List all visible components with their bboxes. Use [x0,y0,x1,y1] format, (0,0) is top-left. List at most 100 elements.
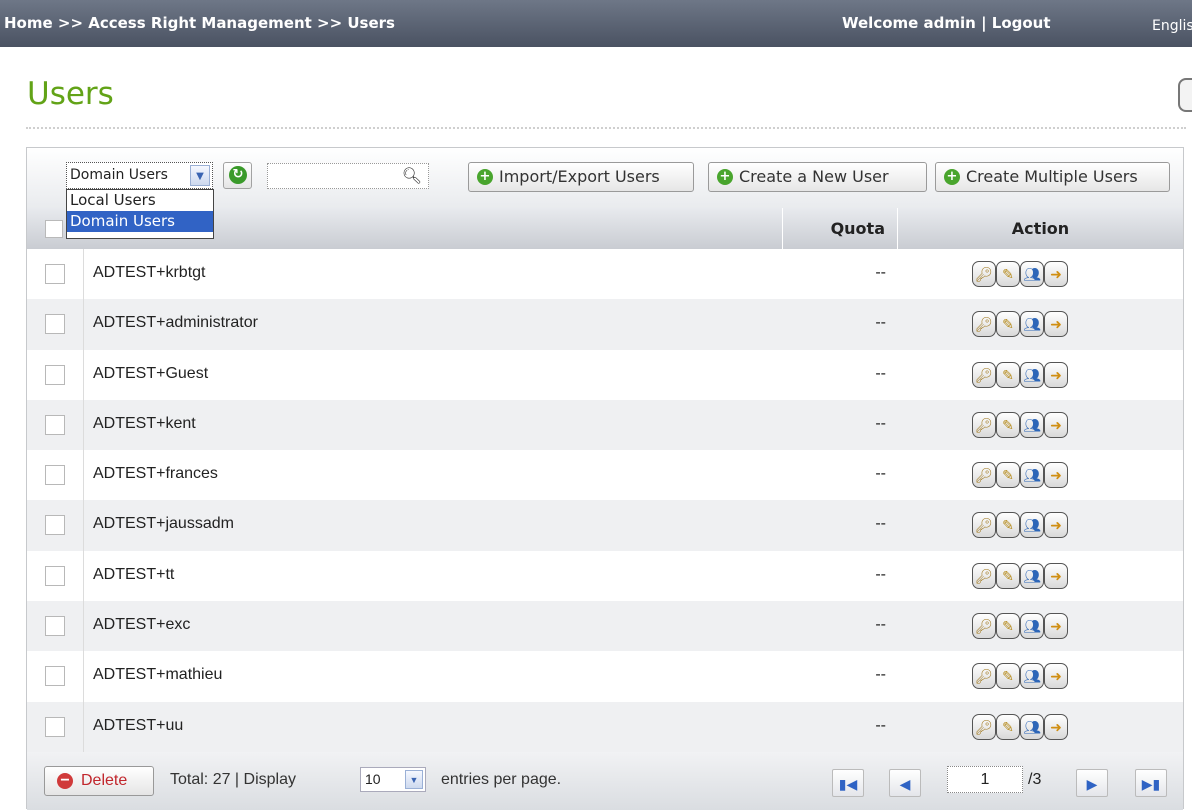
table-row[interactable]: ADTEST+kent -- 🔑︎ ✎ 👥︎ ➜ [27,399,1183,451]
user-group-icon[interactable]: 👥︎ [1020,512,1044,539]
previous-page-button[interactable]: ◀ [889,769,921,797]
row-checkbox[interactable] [45,414,65,435]
column-quota[interactable]: Quota [782,208,897,249]
edit-icon[interactable]: ✎ [996,361,1020,388]
password-key-icon[interactable]: 🔑︎ [972,462,996,489]
user-group-icon[interactable]: 👥︎ [1020,411,1044,438]
user-group-icon[interactable]: 👥︎ [1020,311,1044,338]
password-key-icon[interactable]: 🔑︎ [972,261,996,287]
user-group-icon[interactable]: 👥︎ [1020,462,1044,489]
user-name[interactable]: ADTEST+Guest [93,365,208,383]
shared-folder-icon[interactable]: ➜ [1044,663,1068,690]
edit-icon[interactable]: ✎ [996,562,1020,589]
table-row[interactable]: ADTEST+krbtgt -- 🔑︎ ✎ 👥︎ ➜ [27,249,1183,300]
shared-folder-icon[interactable]: ➜ [1044,311,1068,338]
next-page-button[interactable]: ▶ [1076,769,1108,797]
shared-folder-icon[interactable]: ➜ [1044,411,1068,438]
search-icon[interactable]: 🔍︎ [402,166,422,185]
user-name[interactable]: ADTEST+krbtgt [93,264,205,282]
user-group-icon[interactable]: 👥︎ [1020,261,1044,287]
row-checkbox[interactable] [45,565,65,586]
user-name[interactable]: ADTEST+tt [93,566,174,584]
table-row[interactable]: ADTEST+jaussadm -- 🔑︎ ✎ 👥︎ ➜ [27,500,1183,551]
breadcrumb[interactable]: Home >> Access Right Management >> Users [4,14,395,32]
password-key-icon[interactable]: 🔑︎ [972,411,996,438]
import-export-users-button[interactable]: + Import/Export Users [468,162,694,192]
user-name[interactable]: ADTEST+jaussadm [93,515,234,533]
edit-icon[interactable]: ✎ [996,311,1020,338]
user-quota: -- [875,716,886,734]
table-row[interactable]: ADTEST+uu -- 🔑︎ ✎ 👥︎ ➜ [27,701,1183,752]
user-type-select[interactable]: Domain Users ▼ [66,162,213,189]
shared-folder-icon[interactable]: ➜ [1044,361,1068,388]
edit-icon[interactable]: ✎ [996,462,1020,489]
refresh-icon: ↻ [229,166,247,184]
password-key-icon[interactable]: 🔑︎ [972,311,996,338]
user-quota: -- [875,616,886,634]
edit-icon[interactable]: ✎ [996,613,1020,640]
user-group-icon[interactable]: 👥︎ [1020,361,1044,388]
chevron-down-icon[interactable]: ▼ [405,770,423,789]
shared-folder-icon[interactable]: ➜ [1044,713,1068,740]
user-name[interactable]: ADTEST+mathieu [93,666,222,684]
shared-folder-icon[interactable]: ➜ [1044,512,1068,539]
row-checkbox[interactable] [45,716,65,737]
row-checkbox[interactable] [45,616,65,637]
row-checkbox[interactable] [45,666,65,687]
option-local-users[interactable]: Local Users [67,190,213,211]
user-name[interactable]: ADTEST+uu [93,717,183,735]
table-row[interactable]: ADTEST+mathieu -- 🔑︎ ✎ 👥︎ ➜ [27,651,1183,702]
row-checkbox[interactable] [45,314,65,335]
search-input[interactable]: 🔍︎ [267,163,429,189]
entries-per-page-value: 10 [365,771,381,787]
user-name[interactable]: ADTEST+exc [93,616,190,634]
create-new-user-button[interactable]: + Create a New User [708,162,927,192]
language-selector[interactable]: Englis [1152,18,1192,34]
user-group-icon[interactable]: 👥︎ [1020,613,1044,640]
edit-icon[interactable]: ✎ [996,261,1020,287]
shared-folder-icon[interactable]: ➜ [1044,613,1068,640]
last-page-button[interactable]: ▶▮ [1135,769,1167,797]
page-title: Users [27,76,114,112]
row-checkbox[interactable] [45,264,65,284]
table-row[interactable]: ADTEST+tt -- 🔑︎ ✎ 👥︎ ➜ [27,550,1183,602]
user-name[interactable]: ADTEST+frances [93,465,218,483]
page-number-input[interactable]: 1 [947,766,1023,793]
welcome-logout[interactable]: Welcome admin | Logout [842,14,1051,32]
password-key-icon[interactable]: 🔑︎ [972,361,996,388]
password-key-icon[interactable]: 🔑︎ [972,512,996,539]
row-checkbox[interactable] [45,515,65,536]
password-key-icon[interactable]: 🔑︎ [972,613,996,640]
table-row[interactable]: ADTEST+Guest -- 🔑︎ ✎ 👥︎ ➜ [27,349,1183,400]
table-row[interactable]: ADTEST+frances -- 🔑︎ ✎ 👥︎ ➜ [27,450,1183,501]
row-checkbox[interactable] [45,465,65,486]
chevron-down-icon[interactable]: ▼ [190,165,210,186]
shared-folder-icon[interactable]: ➜ [1044,562,1068,589]
user-quota: -- [875,314,886,332]
edit-icon[interactable]: ✎ [996,713,1020,740]
password-key-icon[interactable]: 🔑︎ [972,663,996,690]
edit-icon[interactable]: ✎ [996,512,1020,539]
edit-icon[interactable]: ✎ [996,663,1020,690]
password-key-icon[interactable]: 🔑︎ [972,713,996,740]
user-name[interactable]: ADTEST+administrator [93,314,258,332]
user-group-icon[interactable]: 👥︎ [1020,713,1044,740]
shared-folder-icon[interactable]: ➜ [1044,462,1068,489]
row-checkbox[interactable] [45,364,65,385]
edit-icon[interactable]: ✎ [996,411,1020,438]
delete-button[interactable]: − Delete [44,766,154,796]
user-group-icon[interactable]: 👥︎ [1020,663,1044,690]
password-key-icon[interactable]: 🔑︎ [972,562,996,589]
user-name[interactable]: ADTEST+kent [93,415,196,433]
option-domain-users[interactable]: Domain Users [67,211,213,232]
user-group-icon[interactable]: 👥︎ [1020,562,1044,589]
first-page-button[interactable]: ▮◀ [832,769,864,797]
create-multiple-users-button[interactable]: + Create Multiple Users [935,162,1170,192]
side-panel-handle[interactable] [1178,78,1192,112]
refresh-button[interactable]: ↻ [223,162,252,189]
shared-folder-icon[interactable]: ➜ [1044,261,1068,287]
table-row[interactable]: ADTEST+exc -- 🔑︎ ✎ 👥︎ ➜ [27,601,1183,652]
entries-per-page-select[interactable]: 10 ▼ [360,767,426,792]
select-all-checkbox[interactable] [45,220,63,238]
table-row[interactable]: ADTEST+administrator -- 🔑︎ ✎ 👥︎ ➜ [27,299,1183,350]
